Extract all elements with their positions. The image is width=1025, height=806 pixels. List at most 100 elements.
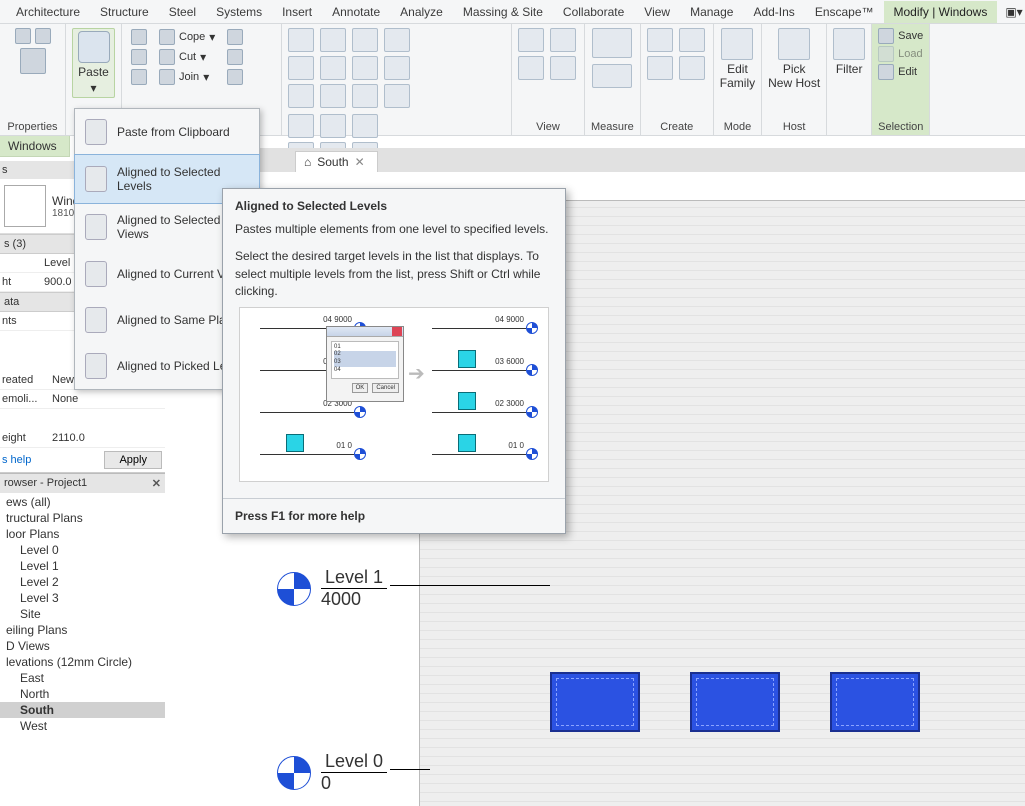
mod-c-icon[interactable] — [352, 114, 378, 138]
filter-button[interactable]: Filter — [833, 28, 865, 76]
tab-view[interactable]: View — [634, 1, 680, 23]
create-a-icon[interactable] — [647, 28, 673, 52]
tree-node-8[interactable]: eiling Plans — [0, 622, 165, 638]
panel-toggle-icon[interactable]: ▣▾ — [997, 5, 1025, 19]
measure-icon[interactable] — [592, 28, 632, 58]
project-browser[interactable]: ews (all)tructural Plansloor PlansLevel … — [0, 493, 165, 735]
tree-node-9[interactable]: D Views — [0, 638, 165, 654]
close-icon[interactable]: ✕ — [355, 155, 365, 169]
tab-modify-windows[interactable]: Modify | Windows — [884, 1, 998, 23]
tab-analyze[interactable]: Analyze — [390, 1, 453, 23]
tab-insert[interactable]: Insert — [272, 1, 322, 23]
paste-item-label: Aligned to Same Place — [117, 313, 238, 327]
create-b-icon[interactable] — [679, 28, 705, 52]
geom-tool-3[interactable] — [224, 68, 246, 86]
cut-button[interactable]: Cut▾ — [156, 48, 218, 66]
clipboard-icon — [85, 353, 107, 379]
tree-node-3[interactable]: Level 0 — [0, 542, 165, 558]
tree-node-10[interactable]: levations (12mm Circle) — [0, 654, 165, 670]
create-c-icon[interactable] — [647, 56, 673, 80]
move-icon[interactable] — [288, 28, 314, 52]
match-icon[interactable] — [128, 48, 150, 66]
tree-node-4[interactable]: Level 1 — [0, 558, 165, 574]
pin-icon[interactable] — [384, 84, 410, 108]
trim-icon[interactable] — [352, 56, 378, 80]
rotate-icon[interactable] — [352, 28, 378, 52]
copy-icon[interactable] — [320, 28, 346, 52]
extend-icon[interactable] — [384, 56, 410, 80]
edit-icon — [878, 64, 894, 80]
tooltip-line2: Select the desired target levels in the … — [235, 248, 553, 300]
properties-icon[interactable] — [20, 48, 46, 74]
geom-tool-2[interactable] — [224, 48, 246, 66]
tab-massing[interactable]: Massing & Site — [453, 1, 553, 23]
tree-node-14[interactable]: West — [0, 718, 165, 734]
pick-new-host-button[interactable]: Pick New Host — [768, 28, 820, 90]
create-d-icon[interactable] — [679, 56, 705, 80]
browser-close-icon[interactable]: ✕ — [152, 477, 161, 490]
mod-a-icon[interactable] — [288, 114, 314, 138]
view-tab-south[interactable]: ⌂ South ✕ — [295, 151, 378, 172]
view-c-icon[interactable] — [518, 56, 544, 80]
tree-node-5[interactable]: Level 2 — [0, 574, 165, 590]
tab-architecture[interactable]: Architecture — [6, 1, 90, 23]
scale-icon[interactable] — [352, 84, 378, 108]
properties-help-link[interactable]: s help — [0, 450, 33, 470]
tree-node-0[interactable]: ews (all) — [0, 494, 165, 510]
tab-manage[interactable]: Manage — [680, 1, 743, 23]
window-2[interactable] — [690, 672, 780, 732]
align-icon[interactable] — [288, 56, 314, 80]
row-demol-k: emoli... — [0, 390, 50, 408]
selection-edit[interactable]: Edit — [878, 64, 923, 80]
tree-node-1[interactable]: tructural Plans — [0, 510, 165, 526]
geom-tool-1[interactable] — [224, 28, 246, 46]
paste-item-label: Paste from Clipboard — [117, 125, 230, 139]
apply-button[interactable]: Apply — [104, 451, 162, 469]
view-d-icon[interactable] — [550, 56, 576, 80]
dimension-icon[interactable] — [592, 64, 632, 88]
mirror-icon[interactable] — [384, 28, 410, 52]
group-view: View — [518, 119, 578, 133]
selection-save[interactable]: Save — [878, 28, 923, 44]
paste-button[interactable]: Paste ▾ — [72, 28, 115, 98]
cut-tool-icon[interactable] — [128, 28, 150, 46]
mod-b-icon[interactable] — [320, 114, 346, 138]
view-a-icon[interactable] — [518, 28, 544, 52]
row-demol-v[interactable]: None — [50, 390, 165, 408]
window-3[interactable] — [830, 672, 920, 732]
tree-node-7[interactable]: Site — [0, 606, 165, 622]
tree-node-6[interactable]: Level 3 — [0, 590, 165, 606]
modify-icon[interactable] — [15, 28, 31, 44]
row-height-v[interactable]: 2110.0 — [50, 429, 165, 447]
join-button[interactable]: Join▾ — [156, 68, 218, 86]
level-marker-1[interactable]: Level 14000 — [277, 567, 387, 610]
view-b-icon[interactable] — [550, 28, 576, 52]
row-height-k: eight — [0, 429, 50, 447]
tree-node-13[interactable]: South — [0, 702, 165, 718]
link-icon[interactable] — [35, 28, 51, 44]
tree-node-12[interactable]: North — [0, 686, 165, 702]
cope-button[interactable]: Cope▾ — [156, 28, 218, 46]
view-tab-label: South — [317, 155, 348, 169]
level-value-1: 4000 — [321, 589, 387, 610]
filter-label: Filter — [836, 62, 863, 76]
paste-item-0[interactable]: Paste from Clipboard — [75, 109, 259, 155]
level-marker-0[interactable]: Level 00 — [277, 751, 387, 794]
tab-structure[interactable]: Structure — [90, 1, 159, 23]
offset-icon[interactable] — [320, 56, 346, 80]
selection-load[interactable]: Load — [878, 46, 923, 62]
split-icon[interactable] — [288, 84, 314, 108]
tab-steel[interactable]: Steel — [159, 1, 206, 23]
tab-enscape[interactable]: Enscape™ — [805, 1, 884, 23]
tree-node-11[interactable]: East — [0, 670, 165, 686]
tab-annotate[interactable]: Annotate — [322, 1, 390, 23]
edit-family-button[interactable]: Edit Family — [720, 28, 755, 90]
tooltip-illustration: 04 9000 03 6000 02 3000 01 0 01 02 03 04… — [239, 307, 549, 482]
window-1[interactable] — [550, 672, 640, 732]
paint-icon[interactable] — [128, 68, 150, 86]
tab-systems[interactable]: Systems — [206, 1, 272, 23]
tab-addins[interactable]: Add-Ins — [743, 1, 804, 23]
tree-node-2[interactable]: loor Plans — [0, 526, 165, 542]
tab-collaborate[interactable]: Collaborate — [553, 1, 634, 23]
array-icon[interactable] — [320, 84, 346, 108]
